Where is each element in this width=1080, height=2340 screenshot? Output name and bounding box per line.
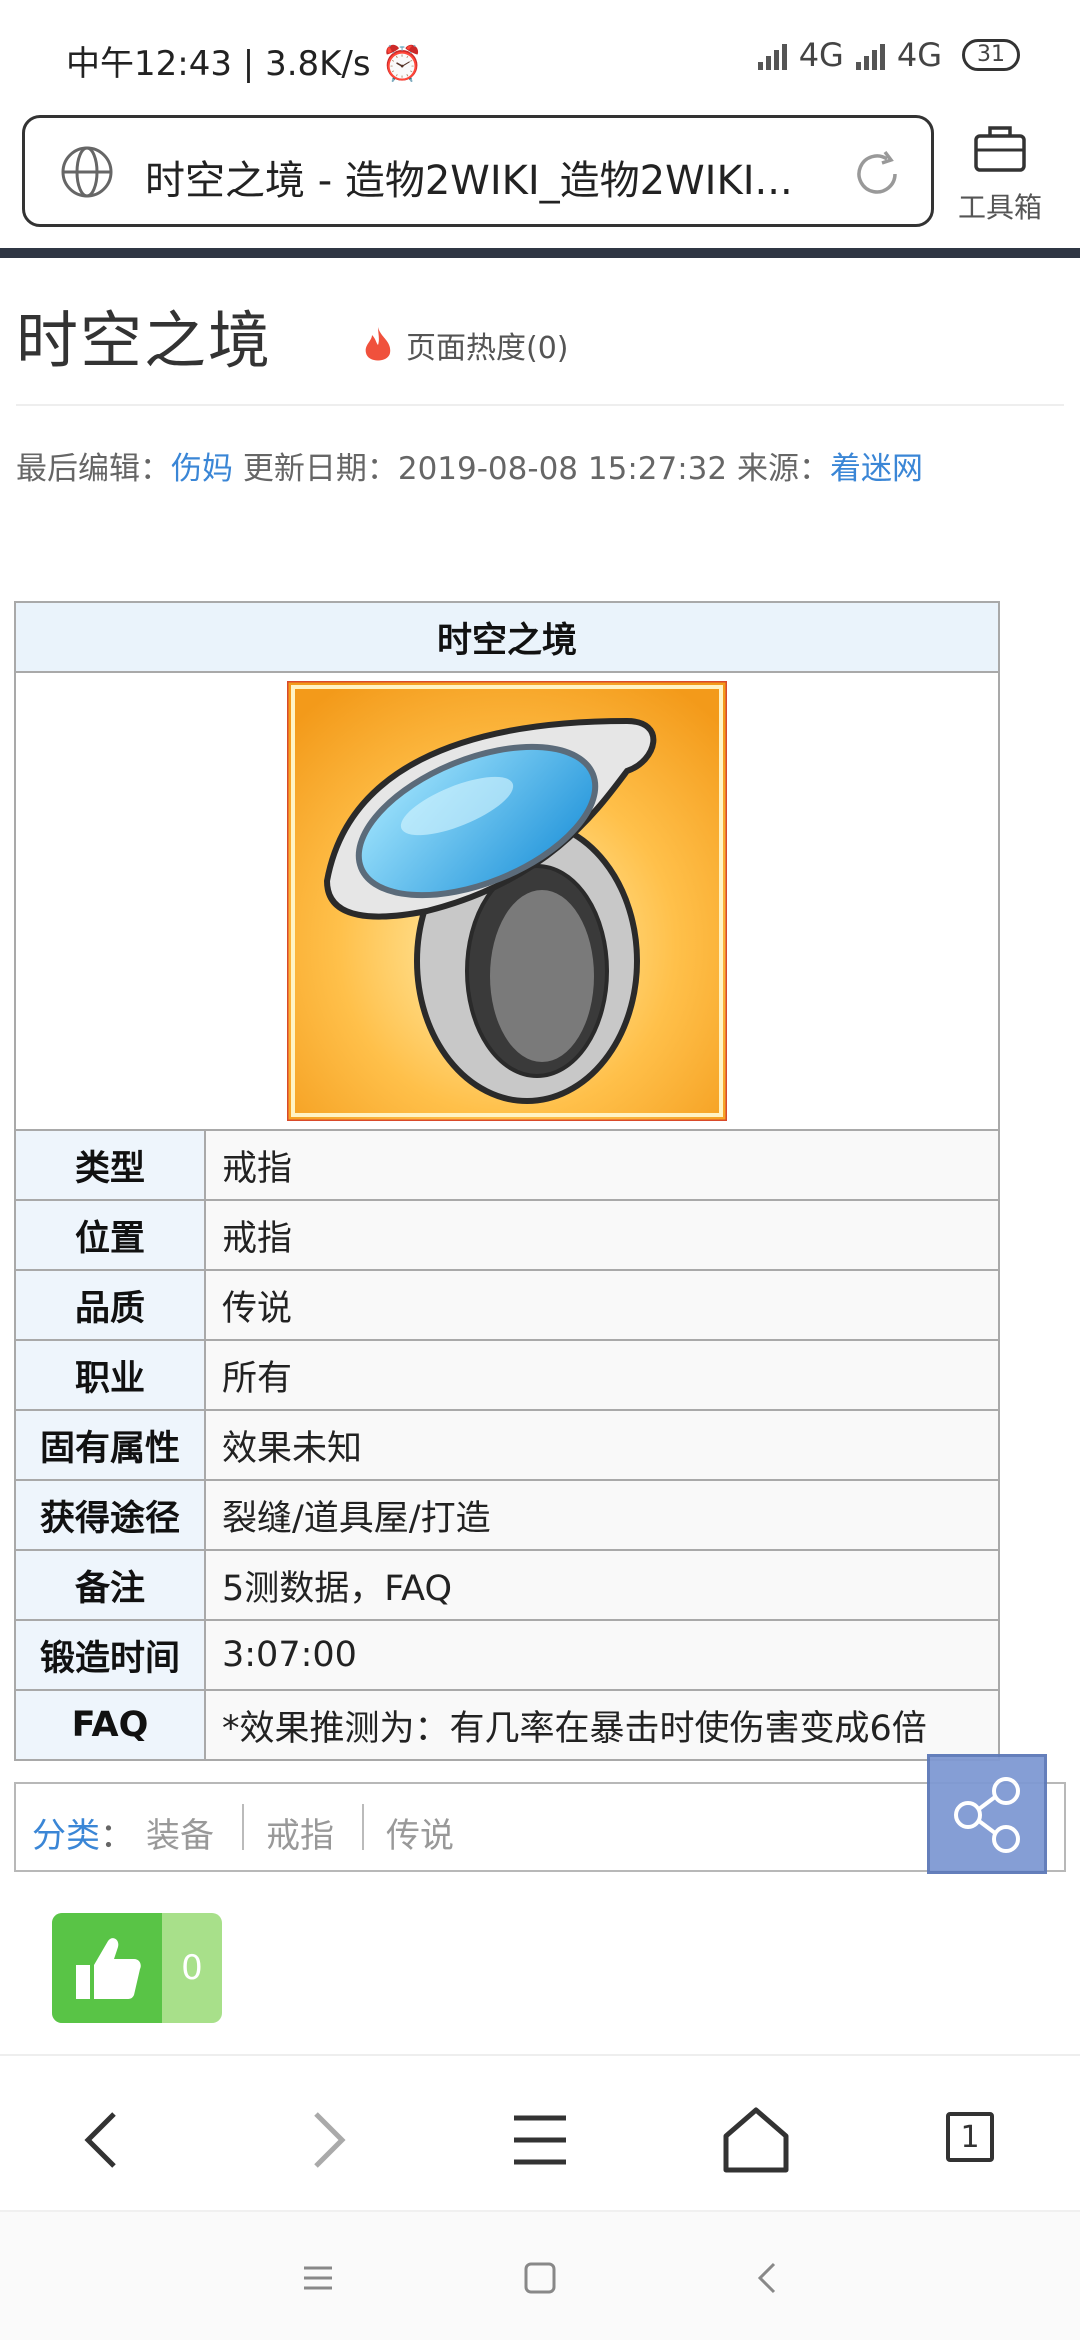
status-right: 4G 4G 31 [757,36,1020,74]
row-value: 裂缝/道具屋/打造 [204,1479,1000,1551]
category-label-text[interactable]: 分类 [32,1816,100,1856]
page-title: 时空之境 [16,304,273,377]
editor-link[interactable]: 伤妈 [171,451,233,487]
row-value: 传说 [204,1269,1000,1341]
source-label: 来源： [736,451,830,487]
category-item[interactable]: 传说 [386,1808,454,1857]
page-heat: 页面热度(0) [360,323,569,367]
infobox-row: 固有属性 效果未知 [14,1409,1000,1481]
toolbox-icon [974,126,1026,172]
battery-icon: 31 [962,39,1020,71]
editor-label: 最后编辑： [16,451,171,487]
menu-icon[interactable] [296,2256,340,2300]
network-type-1: 4G [798,36,844,74]
square-home-icon[interactable] [518,2256,562,2300]
infobox-row: 备注 5测数据，FAQ [14,1549,1000,1621]
row-value: 5测数据，FAQ [204,1549,1000,1621]
status-speed: 3.8K/s [265,44,371,84]
row-value: 所有 [204,1339,1000,1411]
alarm-icon: ⏰ [381,44,424,84]
system-nav-bar [0,2212,1080,2340]
browser-bottom-nav: 1 [0,2060,1080,2210]
hamburger-icon[interactable] [500,2100,580,2180]
category-colon: ： [100,1816,134,1856]
category-item[interactable]: 戒指 [266,1808,334,1857]
heat-text: 页面热度(0) [406,331,569,366]
share-button[interactable] [927,1754,1047,1874]
infobox-row: 职业 所有 [14,1339,1000,1411]
globe-icon [61,146,113,198]
infobox-title: 时空之境 [14,601,1000,673]
row-key: 类型 [14,1129,206,1201]
infobox-row: 类型 戒指 [14,1129,1000,1201]
row-key: FAQ [14,1689,206,1761]
network-type-2: 4G [896,36,942,74]
like-button[interactable]: 0 [52,1913,222,2023]
page-meta: 最后编辑：伤妈 更新日期：2019-08-08 15:27:32 来源：着迷网 [16,443,923,488]
status-left: 中午12:43 | 3.8K/s ⏰ [66,36,424,85]
chevron-left-icon[interactable] [66,2100,146,2180]
row-key: 固有属性 [14,1409,206,1481]
ring-image[interactable] [287,681,727,1121]
status-bar: 中午12:43 | 3.8K/s ⏰ 4G 4G 31 [0,0,1080,110]
infobox-row: 位置 戒指 [14,1199,1000,1271]
tabs-button[interactable]: 1 [932,2100,1012,2180]
row-value: 效果未知 [204,1409,1000,1481]
row-value: 戒指 [204,1199,1000,1271]
infobox: 时空之境 类型 戒指 位置 戒指 品质 传说 职业 所有 固有属性 效果未知 获… [14,601,1000,1761]
row-value: 3:07:00 [204,1619,1000,1691]
thumbs-up-icon [52,1913,162,2023]
bottom-divider [0,2054,1080,2056]
category-separator [242,1804,244,1850]
infobox-row: 获得途径 裂缝/道具屋/打造 [14,1479,1000,1551]
status-separator: | [242,44,266,84]
row-key: 品质 [14,1269,206,1341]
reload-icon[interactable] [849,146,905,202]
category-separator [362,1804,364,1850]
status-time: 中午12:43 [66,44,232,84]
infobox-row: 锻造时间 3:07:00 [14,1619,1000,1691]
category-item[interactable]: 装备 [146,1808,214,1857]
source-link[interactable]: 着迷网 [830,451,923,487]
chevron-right-icon[interactable] [284,2100,364,2180]
toolbox-label: 工具箱 [957,191,1042,224]
signal-icon-2 [855,40,885,70]
like-count: 0 [181,1948,203,1988]
row-value: 戒指 [204,1129,1000,1201]
signal-icon [757,40,787,70]
row-key: 备注 [14,1549,206,1621]
title-divider [16,404,1064,406]
row-key: 职业 [14,1339,206,1411]
category-label[interactable]: 分类： [32,1808,134,1857]
update-date: 更新日期：2019-08-08 15:27:32 [242,451,728,487]
infobox-row: 品质 传说 [14,1269,1000,1341]
toolbox-button[interactable]: 工具箱 [950,118,1050,228]
share-icon [954,1777,1020,1853]
header-divider [0,248,1080,258]
row-key: 获得途径 [14,1479,206,1551]
back-icon[interactable] [746,2256,790,2300]
url-title[interactable]: 时空之境 - 造物2WIKI_造物2WIKI... [145,148,845,206]
category-bar: 分类： 装备 戒指 传说 [14,1782,1066,1872]
fire-icon [365,327,391,361]
home-icon[interactable] [716,2100,796,2180]
row-key: 位置 [14,1199,206,1271]
infobox-row: FAQ *效果推测为：有几率在暴击时使伤害变成6倍 [14,1689,1000,1761]
row-value: *效果推测为：有几率在暴击时使伤害变成6倍 [204,1689,1000,1761]
row-key: 锻造时间 [14,1619,206,1691]
address-bar[interactable]: 时空之境 - 造物2WIKI_造物2WIKI... [22,115,934,227]
tabs-count: 1 [946,2112,994,2162]
item-image-cell [14,671,1000,1131]
